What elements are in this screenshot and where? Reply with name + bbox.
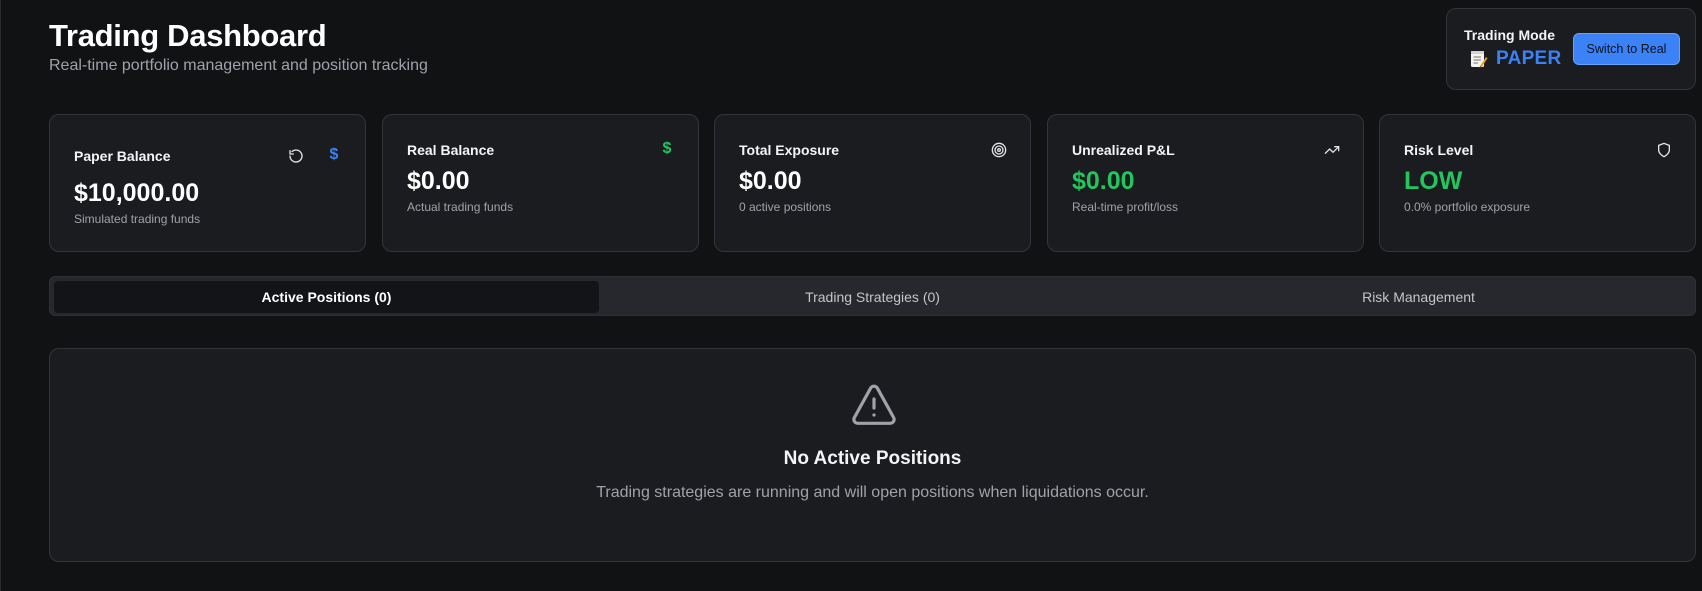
unrealized-pnl-card: Unrealized P&L $0.00 Real-time profit/lo… [1047,114,1364,252]
real-balance-description: Actual trading funds [407,200,514,214]
empty-state-description: Trading strategies are running and will … [596,484,1149,501]
dollar-icon: $ [329,146,339,163]
paper-balance-title: Paper Balance [74,148,171,164]
active-positions-panel: No Active Positions Trading strategies a… [49,348,1696,562]
trading-mode-value: PAPER [1470,48,1562,70]
total-exposure-value: $0.00 [739,167,802,195]
unrealized-pnl-value: $0.00 [1072,167,1135,195]
unrealized-pnl-title: Unrealized P&L [1072,142,1175,158]
trending-up-icon [1324,142,1340,158]
page-subtitle: Real-time portfolio management and posit… [49,57,428,74]
total-exposure-description: 0 active positions [739,200,832,214]
memo-icon [1470,49,1488,69]
total-exposure-title: Total Exposure [739,142,840,158]
target-icon [991,142,1007,158]
switch-to-real-button[interactable]: Switch to Real [1573,33,1680,65]
total-exposure-card: Total Exposure $0.00 0 active positions [714,114,1031,252]
empty-state-title: No Active Positions [783,448,962,469]
window-left-edge [0,0,1,591]
paper-balance-value: $10,000.00 [74,179,200,207]
paper-balance-description: Simulated trading funds [74,212,201,226]
trading-mode-label: Trading Mode [1464,27,1555,43]
real-balance-card: Real Balance $ $0.00 Actual trading fund… [382,114,699,252]
tab-active-positions[interactable]: Active Positions (0) [54,281,599,313]
refresh-icon[interactable] [288,148,304,164]
real-balance-value: $0.00 [407,167,470,195]
warning-icon [851,383,897,427]
risk-level-card: Risk Level LOW 0.0% portfolio exposure [1379,114,1696,252]
tab-trading-strategies[interactable]: Trading Strategies (0) [600,281,1145,313]
trading-mode-card: Trading Mode PAPER Switch to Real [1446,8,1696,90]
unrealized-pnl-description: Real-time profit/loss [1072,200,1179,214]
tab-risk-management[interactable]: Risk Management [1146,281,1691,313]
dashboard-tabs: Active Positions (0) Trading Strategies … [49,276,1696,316]
shield-icon [1656,142,1672,158]
real-balance-title: Real Balance [407,142,495,158]
paper-balance-card: Paper Balance $ $10,000.00 Simulated tra… [49,114,366,252]
page-title: Trading Dashboard [49,18,327,53]
dollar-icon: $ [662,140,672,157]
risk-level-title: Risk Level [1404,142,1474,158]
trading-mode-text: PAPER [1496,48,1562,69]
risk-level-description: 0.0% portfolio exposure [1404,200,1531,214]
risk-level-value: LOW [1404,167,1463,195]
